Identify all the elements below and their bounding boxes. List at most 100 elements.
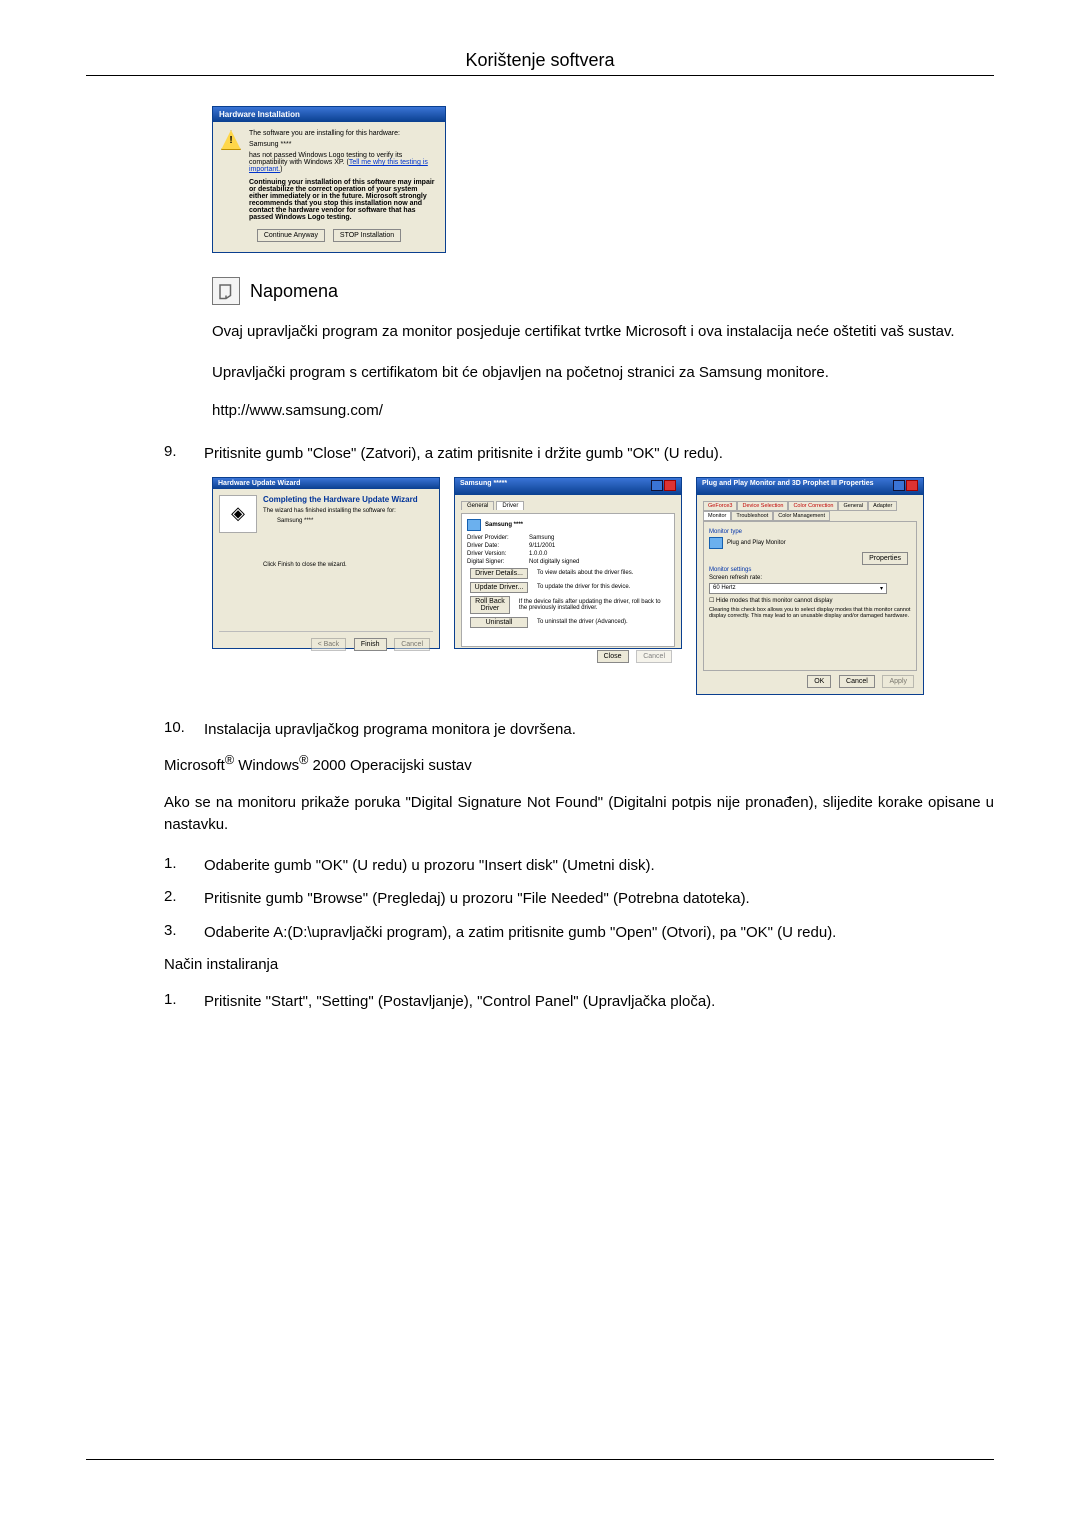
step-9: 9. Pritisnite gumb "Close" (Zatvori), a … — [164, 443, 994, 465]
value: 9/11/2001 — [529, 543, 555, 549]
step-number: 9. — [164, 443, 190, 465]
paragraph: Upravljački program s certifikatom bit ć… — [212, 362, 994, 385]
driver-details-button[interactable]: Driver Details... — [470, 568, 528, 579]
monitor-icon — [467, 519, 481, 531]
help-icon[interactable] — [893, 480, 905, 491]
label: Driver Provider: — [467, 535, 529, 541]
tab-adapter[interactable]: Adapter — [868, 501, 897, 511]
install-step-1: 1. Pritisnite "Start", "Setting" (Postav… — [164, 991, 994, 1013]
cancel-button[interactable]: Cancel — [839, 675, 875, 688]
step-number: 1. — [164, 855, 190, 877]
content-area: Hardware Installation ! The software you… — [212, 106, 994, 1013]
step-text: Instalacija upravljačkog programa monito… — [204, 719, 994, 741]
dialog-titlebar: Hardware Installation — [213, 107, 445, 122]
paragraph: Ako se na monitoru prikaže poruka "Digit… — [164, 792, 994, 837]
step-text: Odaberite A:(D:\upravljački program), a … — [204, 922, 994, 944]
value: 1.0.0.0 — [529, 551, 547, 557]
tab-troubleshoot[interactable]: Troubleshoot — [731, 511, 773, 521]
screenshot-hardware-installation-dialog: Hardware Installation ! The software you… — [212, 106, 446, 253]
paragraph: Ovaj upravljački program za monitor posj… — [212, 321, 994, 344]
warning-icon: ! — [221, 130, 241, 150]
button-desc: To uninstall the driver (Advanced). — [537, 619, 628, 625]
screenshot-monitor-properties: Plug and Play Monitor and 3D Prophet III… — [696, 477, 924, 695]
properties-button[interactable]: Properties — [862, 552, 908, 565]
button-desc: If the device fails after updating the d… — [519, 599, 669, 611]
step-number: 2. — [164, 888, 190, 910]
finish-button[interactable]: Finish — [354, 638, 387, 651]
chevron-down-icon: ▾ — [880, 585, 883, 592]
step-text: Odaberite gumb "OK" (U redu) u prozoru "… — [204, 855, 994, 877]
cancel-button: Cancel — [636, 650, 672, 663]
tab-color-correction[interactable]: Color Correction — [788, 501, 838, 511]
w2k-step-1: 1. Odaberite gumb "OK" (U redu) u prozor… — [164, 855, 994, 877]
update-driver-button[interactable]: Update Driver... — [470, 582, 528, 593]
hide-modes-checkbox[interactable]: ☐ Hide modes that this monitor cannot di… — [709, 597, 911, 604]
tab-geforce[interactable]: GeForce3 — [703, 501, 737, 511]
wizard-device: Samsung **** — [277, 518, 433, 524]
refresh-rate-label: Screen refresh rate: — [709, 575, 911, 581]
checkbox-note: Clearing this check box allows you to se… — [709, 607, 911, 619]
button-desc: To update the driver for this device. — [537, 584, 630, 590]
close-button[interactable]: Close — [597, 650, 629, 663]
wizard-text: The wizard has finished installing the s… — [263, 508, 433, 514]
install-heading: Način instaliranja — [164, 956, 994, 973]
note-row: Napomena — [212, 277, 994, 305]
tab-general[interactable]: General — [461, 501, 494, 510]
note-icon — [212, 277, 240, 305]
rollback-driver-button[interactable]: Roll Back Driver — [470, 596, 510, 614]
url-text: http://www.samsung.com/ — [212, 402, 994, 419]
screenshot-hardware-update-wizard: Hardware Update Wizard ◈ Completing the … — [212, 477, 440, 649]
label: Driver Date: — [467, 543, 529, 549]
back-button: < Back — [311, 638, 347, 651]
continue-anyway-button[interactable]: Continue Anyway — [257, 229, 325, 242]
ok-button[interactable]: OK — [807, 675, 831, 688]
monitor-icon — [709, 537, 723, 549]
props-title: Plug and Play Monitor and 3D Prophet III… — [702, 480, 874, 493]
footer-rule — [86, 1459, 994, 1460]
uninstall-button[interactable]: Uninstall — [470, 617, 528, 628]
tab-monitor[interactable]: Monitor — [703, 511, 731, 521]
dialog-text: has not passed Windows Logo testing to v… — [249, 152, 437, 173]
note-label: Napomena — [250, 281, 338, 302]
dialog-text: The software you are installing for this… — [249, 130, 437, 137]
value: Samsung — [529, 535, 554, 541]
screenshot-group: Hardware Update Wizard ◈ Completing the … — [212, 477, 994, 695]
tab-driver[interactable]: Driver — [496, 501, 524, 510]
dialog-warning-bold: Continuing your installation of this sof… — [249, 179, 437, 221]
button-desc: To view details about the driver files. — [537, 570, 633, 576]
header-rule — [86, 75, 994, 76]
step-10: 10. Instalacija upravljačkog programa mo… — [164, 719, 994, 741]
driver-title: Samsung ***** — [460, 480, 507, 493]
wizard-text: Click Finish to close the wizard. — [263, 562, 433, 568]
group-monitor-type: Monitor type — [709, 529, 911, 535]
tab-color-management[interactable]: Color Management — [773, 511, 830, 521]
driver-device: Samsung **** — [485, 522, 523, 528]
step-number: 10. — [164, 719, 190, 741]
help-icon[interactable] — [651, 480, 663, 491]
label: Driver Version: — [467, 551, 529, 557]
step-number: 1. — [164, 991, 190, 1013]
w2k-step-2: 2. Pritisnite gumb "Browse" (Pregledaj) … — [164, 888, 994, 910]
page-header-title: Korištenje softvera — [86, 50, 994, 71]
close-icon[interactable] — [906, 480, 918, 491]
tab-general[interactable]: General — [838, 501, 868, 511]
value: Not digitally signed — [529, 559, 579, 565]
close-icon[interactable] — [664, 480, 676, 491]
os-heading: Microsoft® Windows® 2000 Operacijski sus… — [164, 753, 994, 774]
step-text: Pritisnite "Start", "Setting" (Postavlja… — [204, 991, 994, 1013]
group-monitor-settings: Monitor settings — [709, 567, 911, 573]
stop-installation-button[interactable]: STOP Installation — [333, 229, 401, 242]
step-text: Pritisnite gumb "Close" (Zatvori), a zat… — [204, 443, 994, 465]
wizard-icon: ◈ — [219, 495, 257, 533]
tab-device-selection[interactable]: Device Selection — [737, 501, 788, 511]
wizard-heading: Completing the Hardware Update Wizard — [263, 495, 433, 504]
step-number: 3. — [164, 922, 190, 944]
label: Digital Signer: — [467, 559, 529, 565]
w2k-step-3: 3. Odaberite A:(D:\upravljački program),… — [164, 922, 994, 944]
wizard-title: Hardware Update Wizard — [218, 480, 300, 487]
apply-button: Apply — [882, 675, 914, 688]
step-text: Pritisnite gumb "Browse" (Pregledaj) u p… — [204, 888, 994, 910]
refresh-rate-select[interactable]: 60 Hertz▾ — [709, 583, 887, 594]
cancel-button: Cancel — [394, 638, 430, 651]
dialog-device-name: Samsung **** — [249, 141, 437, 148]
